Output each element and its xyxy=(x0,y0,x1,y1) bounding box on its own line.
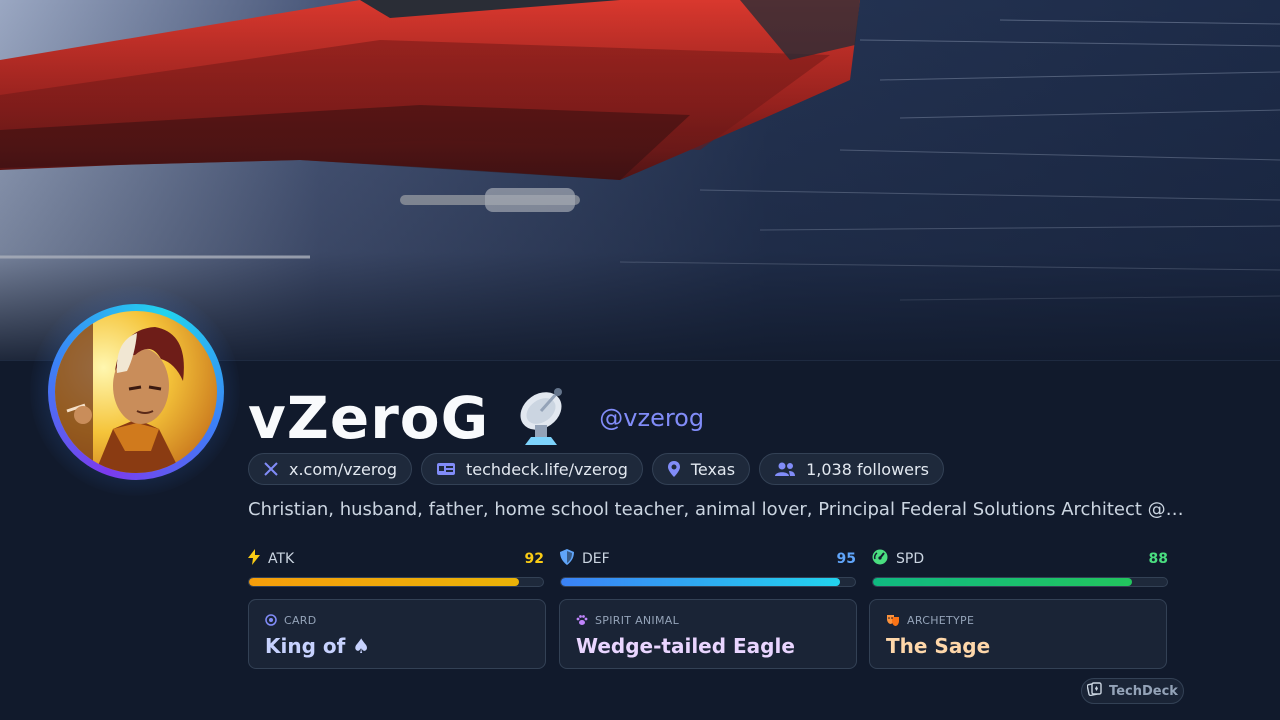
stat-value: 88 xyxy=(1148,551,1168,567)
profile-bio: Christian, husband, father, home school … xyxy=(248,499,1194,520)
profile-links: x.com/vzerog techdeck.life/vzerog Texas … xyxy=(248,453,944,485)
id-card-icon xyxy=(436,461,456,477)
display-name: vZeroG xyxy=(248,384,490,452)
profile-handle[interactable]: @vzerog xyxy=(599,404,704,432)
chip-label: Texas xyxy=(690,459,736,479)
card-deck-icon xyxy=(1086,682,1103,700)
stat-bar xyxy=(560,577,856,587)
techdeck-brand-badge[interactable]: TechDeck xyxy=(1081,678,1184,704)
card-value: King of ♠ xyxy=(265,634,371,658)
brand-label: TechDeck xyxy=(1109,683,1178,699)
avatar-image xyxy=(55,311,217,473)
paw-icon xyxy=(576,611,588,630)
card-label: ARCHETYPE xyxy=(907,613,975,627)
chip-label: 1,038 followers xyxy=(806,459,929,479)
satellite-dish-icon xyxy=(511,385,579,451)
chip-followers: 1,038 followers xyxy=(759,453,944,485)
theater-masks-icon xyxy=(886,611,900,630)
stat-label: ATK xyxy=(268,551,295,567)
chip-techdeck-link[interactable]: techdeck.life/vzerog xyxy=(421,453,643,485)
card-value: The Sage xyxy=(886,634,991,658)
stat-label: SPD xyxy=(896,551,925,567)
card-label: SPIRIT ANIMAL xyxy=(595,613,680,627)
stat-spd: SPD 88 xyxy=(872,549,1168,589)
stat-bar-fill xyxy=(873,578,1132,586)
chip-x-link[interactable]: x.com/vzerog xyxy=(248,453,412,485)
chip-label: techdeck.life/vzerog xyxy=(466,459,628,479)
stat-value: 92 xyxy=(524,551,544,567)
card-value: Wedge-tailed Eagle xyxy=(576,634,795,658)
target-icon xyxy=(265,611,277,630)
chip-label: x.com/vzerog xyxy=(289,459,397,479)
stat-bar-fill xyxy=(249,578,520,586)
location-pin-icon xyxy=(667,460,681,478)
chip-location: Texas xyxy=(651,453,751,485)
stat-bar-fill xyxy=(561,578,841,586)
stat-bar xyxy=(872,577,1168,587)
info-card-spirit-animal: SPIRIT ANIMAL Wedge-tailed Eagle xyxy=(559,599,857,669)
speedometer-icon xyxy=(872,549,888,569)
stat-atk: ATK 92 xyxy=(248,549,544,589)
stat-label: DEF xyxy=(582,551,610,567)
stat-value: 95 xyxy=(836,551,856,567)
stat-bar xyxy=(248,577,544,587)
info-card-archetype: ARCHETYPE The Sage xyxy=(869,599,1167,669)
users-icon xyxy=(774,461,796,477)
profile-name-row: vZeroG @vzerog xyxy=(248,378,704,458)
stat-def: DEF 95 xyxy=(560,549,856,589)
info-card-card: CARD King of ♠ xyxy=(248,599,546,669)
lightning-icon xyxy=(248,549,260,569)
avatar[interactable] xyxy=(48,304,224,480)
card-label: CARD xyxy=(284,613,317,627)
x-logo-icon xyxy=(263,461,279,477)
shield-icon xyxy=(560,549,574,569)
